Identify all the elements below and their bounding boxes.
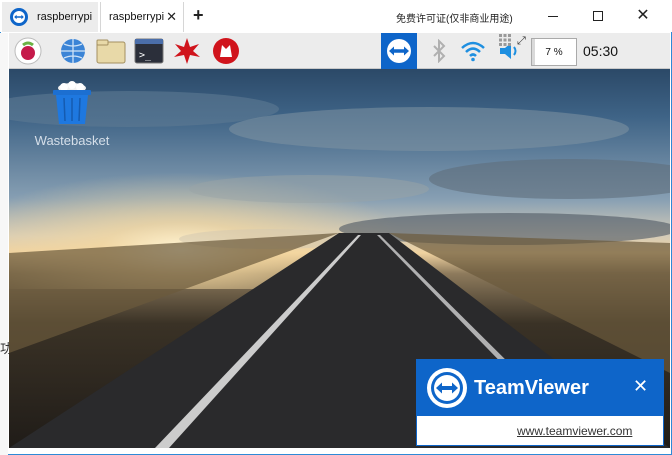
minimize-button[interactable]: [530, 0, 576, 32]
left-margin: 功: [0, 33, 13, 455]
clock[interactable]: 05:30: [583, 43, 618, 59]
cpu-usage-bar: [532, 39, 536, 65]
tab-label: raspberrypi: [109, 11, 165, 23]
new-tab-button[interactable]: +: [193, 5, 204, 26]
teamviewer-brand: TeamViewer: [474, 377, 589, 399]
close-icon: ✕: [636, 7, 650, 24]
teamviewer-tray-icon[interactable]: [381, 33, 417, 69]
wastebasket-desktop-icon[interactable]: Wastebasket: [20, 80, 124, 148]
cpu-usage-text: 7 %: [545, 46, 563, 58]
close-window-button[interactable]: ✕: [620, 0, 666, 32]
minimize-icon: [548, 15, 558, 17]
cpu-monitor[interactable]: 7 %: [531, 38, 577, 66]
maximize-icon: [593, 11, 603, 21]
wolfram-icon[interactable]: [210, 35, 242, 67]
wastebasket-icon: [53, 81, 91, 124]
license-notice: 免费许可证(仅非商业用途): [396, 14, 513, 25]
title-bar: raspberrypi raspberrypi ✕ + 免费许可证(仅非商业用途…: [0, 0, 672, 32]
tab-raspberrypi-1[interactable]: raspberrypi: [2, 2, 98, 32]
wastebasket-label: Wastebasket: [34, 133, 110, 148]
raspberry-menu-icon[interactable]: [12, 35, 44, 67]
teamviewer-popup: TeamViewer ✕ www.teamviewer.com: [416, 359, 664, 446]
teamviewer-popup-header: TeamViewer ✕: [417, 360, 663, 416]
file-manager-icon[interactable]: [95, 35, 127, 67]
bluetooth-icon[interactable]: [423, 35, 455, 67]
tray-grid-icon[interactable]: [499, 33, 511, 47]
tab-raspberrypi-2[interactable]: raspberrypi ✕: [100, 2, 184, 32]
maximize-button[interactable]: [575, 0, 621, 32]
terminal-icon[interactable]: >_: [133, 35, 165, 67]
svg-text:>_: >_: [139, 50, 152, 61]
mathematica-icon[interactable]: [171, 35, 203, 67]
wifi-icon[interactable]: [457, 35, 489, 67]
web-browser-icon[interactable]: [57, 35, 89, 67]
teamviewer-website-link[interactable]: www.teamviewer.com: [517, 424, 632, 438]
tab-close-icon[interactable]: ✕: [166, 9, 177, 25]
popup-close-icon[interactable]: ✕: [633, 376, 648, 397]
rpi-taskbar: >_ ⤢ ⌄ 7 % 05:30: [9, 33, 670, 69]
teamviewer-icon: [10, 8, 28, 26]
expand-icon[interactable]: ⤢: [517, 35, 526, 48]
tab-label: raspberrypi: [37, 11, 93, 23]
teamviewer-logo-icon: [427, 368, 467, 408]
